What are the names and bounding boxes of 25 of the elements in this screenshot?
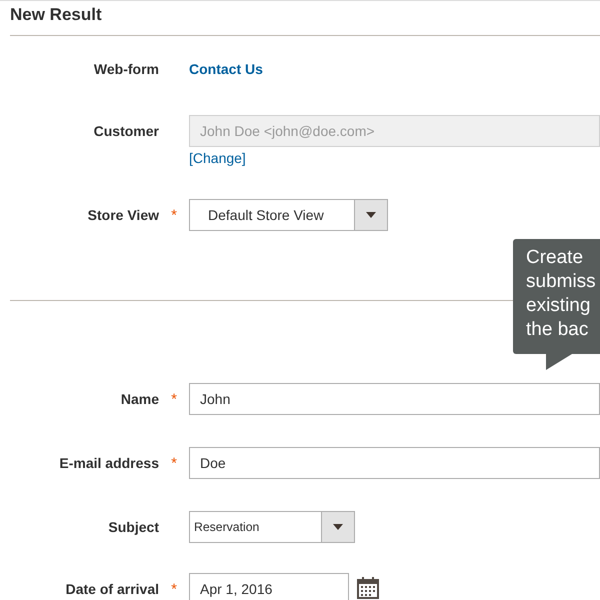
required-mark: * (171, 455, 177, 472)
tooltip-text: the bac (526, 318, 590, 342)
select-field[interactable]: Reservation (189, 511, 355, 543)
field-label: Date of arrival (64, 580, 159, 599)
field-label: Store View (86, 206, 159, 225)
tooltip-text: existing (526, 294, 592, 318)
tooltip-text: submiss (526, 270, 597, 294)
caret-icon (366, 212, 376, 218)
field-label: Web-form (92, 60, 159, 79)
field-label: Subject (107, 518, 159, 537)
input-field[interactable]: John (189, 383, 600, 415)
field-label: Customer (92, 122, 159, 141)
required-mark: * (171, 207, 177, 224)
page-title: New Result (9, 4, 103, 26)
input-field[interactable]: Doe (189, 447, 600, 479)
required-mark: * (171, 391, 177, 408)
field-label: Name (120, 390, 159, 409)
date-field[interactable]: Apr 1, 2016 (189, 573, 349, 600)
calendar-icon[interactable] (357, 577, 379, 600)
webform-link[interactable]: Contact Us (189, 61, 263, 77)
field-label: E-mail address (58, 454, 159, 473)
select-field[interactable]: Default Store View (189, 199, 388, 231)
tooltip-text: Create (526, 246, 584, 270)
required-mark: * (171, 581, 177, 598)
caret-icon (333, 524, 343, 530)
